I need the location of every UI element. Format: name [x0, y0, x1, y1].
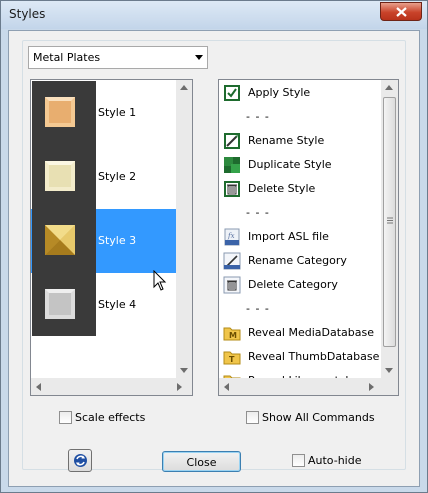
auto-hide-label: Auto-hide — [308, 454, 362, 467]
command-label: Reveal MediaDatabase — [248, 326, 375, 339]
style-item-label: Style 2 — [98, 170, 137, 183]
scroll-up-icon — [180, 85, 188, 90]
trash-icon — [224, 181, 240, 197]
chevron-down-icon — [195, 55, 203, 60]
styles-list-vertical-scrollbar[interactable] — [176, 80, 192, 378]
import-asl-command[interactable]: fx Import ASL file — [223, 226, 381, 248]
folder-m-icon: M — [223, 327, 241, 341]
scroll-left-icon — [36, 383, 41, 391]
show-all-commands-label: Show All Commands — [262, 411, 375, 424]
style-item-1[interactable]: Style 1 — [31, 81, 189, 145]
grip-icon — [387, 217, 393, 224]
rename-category-command[interactable]: Rename Category — [223, 250, 381, 272]
category-dropdown-value: Metal Plates — [33, 51, 101, 64]
scroll-up-icon — [385, 85, 393, 90]
duplicate-style-icon — [224, 157, 240, 173]
command-label: Apply Style — [248, 86, 311, 99]
delete-category-command[interactable]: Delete Category — [223, 274, 381, 296]
style-item-2[interactable]: Style 2 — [31, 145, 189, 209]
styles-window: Styles Metal Plates Style 1 Style 2 Styl… — [0, 0, 428, 493]
svg-text:fx: fx — [227, 232, 235, 240]
folder-t-icon: T — [223, 351, 241, 365]
scale-effects-label: Scale effects — [75, 411, 146, 424]
delete-style-command[interactable]: Delete Style — [223, 178, 381, 200]
scroll-down-icon — [180, 368, 188, 373]
trash-icon — [223, 276, 241, 294]
command-label: Duplicate Style — [248, 158, 332, 171]
styles-list[interactable]: Style 1 Style 2 Style 3 Style 4 — [30, 79, 193, 396]
checkbox-checked-icon — [224, 85, 240, 101]
reveal-thumbdatabase-command[interactable]: T Reveal ThumbDatabase — [223, 346, 381, 368]
refresh-icon — [74, 454, 87, 467]
commands-list-horizontal-scrollbar[interactable] — [219, 378, 398, 395]
close-icon — [396, 7, 407, 17]
style-item-3[interactable]: Style 3 — [31, 209, 189, 273]
command-label: Rename Style — [248, 134, 325, 147]
scale-effects-checkbox[interactable] — [59, 411, 72, 424]
title-bar[interactable]: Styles — [1, 1, 427, 29]
style-4-swatch-icon — [45, 289, 75, 319]
show-all-commands-checkbox[interactable] — [246, 411, 259, 424]
scroll-thumb[interactable] — [383, 97, 396, 347]
window-close-button[interactable] — [380, 2, 422, 21]
commands-list-vertical-scrollbar[interactable] — [381, 80, 398, 378]
reveal-mediadatabase-command[interactable]: M Reveal MediaDatabase — [223, 322, 381, 344]
separator: - - - — [246, 206, 270, 219]
rename-category-icon — [223, 252, 241, 270]
separator: - - - — [246, 110, 270, 123]
command-label: Reveal ThumbDatabase — [248, 350, 380, 363]
duplicate-style-command[interactable]: Duplicate Style — [223, 154, 381, 176]
scroll-left-icon — [224, 383, 229, 391]
category-dropdown[interactable]: Metal Plates — [28, 46, 208, 69]
apply-style-command[interactable]: Apply Style — [223, 82, 381, 104]
styles-list-horizontal-scrollbar[interactable] — [31, 378, 192, 395]
close-button[interactable]: Close — [162, 451, 241, 472]
style-item-label: Style 3 — [98, 234, 137, 247]
refresh-button[interactable] — [68, 449, 92, 472]
style-item-label: Style 1 — [98, 106, 137, 119]
rename-style-command[interactable]: Rename Style — [223, 130, 381, 152]
svg-text:M: M — [229, 331, 237, 340]
scroll-down-icon — [385, 368, 393, 373]
style-1-swatch-icon — [45, 97, 75, 127]
import-file-icon: fx — [224, 228, 240, 246]
dialog-body: Metal Plates Style 1 Style 2 Style 3 Sty… — [8, 30, 420, 487]
command-label: Delete Category — [248, 278, 338, 291]
commands-list[interactable]: Apply Style - - - Rename Style Duplicate… — [218, 79, 399, 396]
command-label: Import ASL file — [248, 230, 329, 243]
style-item-label: Style 4 — [98, 298, 137, 311]
auto-hide-checkbox[interactable] — [292, 454, 305, 467]
mouse-cursor-icon — [153, 270, 167, 291]
scroll-right-icon — [177, 383, 182, 391]
style-2-swatch-icon — [45, 161, 75, 191]
window-title: Styles — [9, 7, 46, 21]
style-3-swatch-icon — [45, 225, 75, 255]
rename-style-icon — [224, 133, 240, 149]
scroll-right-icon — [369, 383, 374, 391]
close-button-label: Close — [186, 456, 217, 469]
command-label: Delete Style — [248, 182, 316, 195]
separator: - - - — [246, 302, 270, 315]
svg-text:T: T — [229, 355, 235, 364]
command-label: Rename Category — [248, 254, 347, 267]
